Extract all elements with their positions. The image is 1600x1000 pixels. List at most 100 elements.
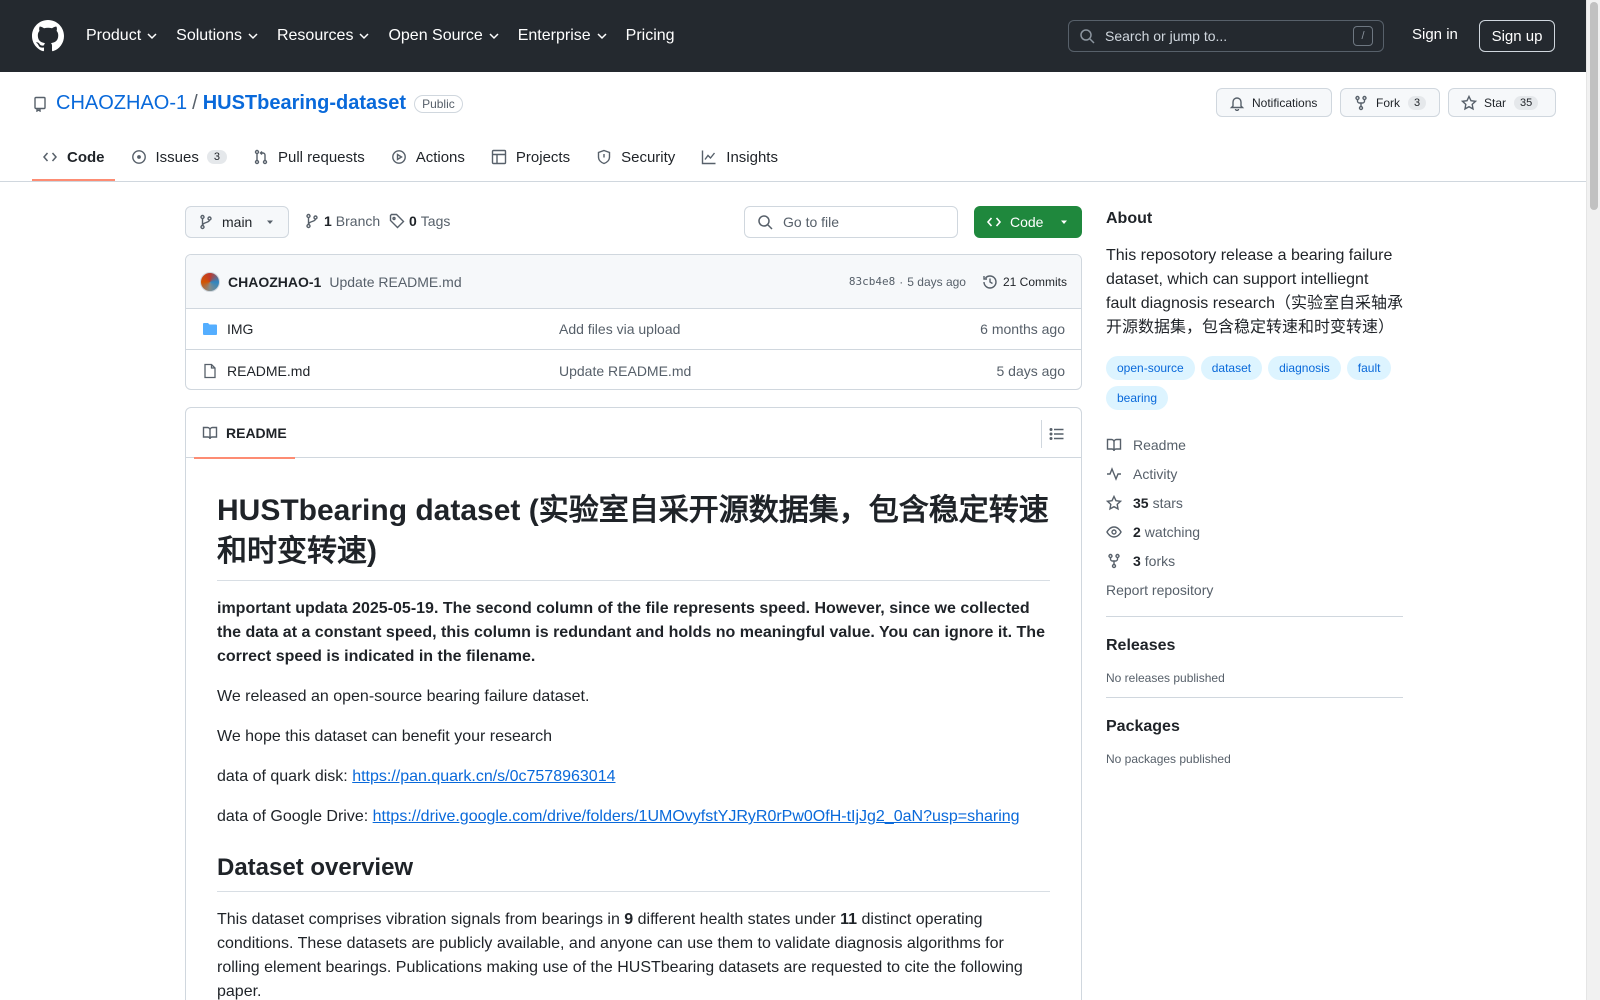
avatar[interactable] [200,271,220,292]
table-row[interactable]: README.md Update README.md 5 days ago [186,350,1081,389]
scrollbar-thumb[interactable] [1590,2,1598,210]
about-heading: About [1106,210,1153,227]
forks-link[interactable]: 3 forks [1106,546,1403,575]
page-scrollbar[interactable] [1586,0,1600,1000]
report-repository-link[interactable]: Report repository [1106,575,1403,604]
fork-button[interactable]: Fork 3 [1340,88,1440,117]
stars-link[interactable]: 35 stars [1106,488,1403,517]
latest-commit-bar: CHAOZHAO-1 Update README.md 83cb4e8 · 5 … [186,255,1081,309]
quark-link-paragraph: data of quark disk: https://pan.quark.cn… [217,765,1050,789]
tag-icon [389,213,405,229]
search-icon [758,215,773,230]
activity-link[interactable]: Activity [1106,459,1403,488]
shield-icon [597,149,611,165]
tab-actions-label: Actions [415,148,465,166]
graph-icon [702,150,716,165]
report-label: Report repository [1106,581,1214,598]
topic-tag[interactable]: diagnosis [1268,356,1341,380]
topic-tag[interactable]: fault [1346,356,1392,380]
tab-pull-requests[interactable]: Pull requests [243,134,375,180]
commit-message[interactable]: Update README.md [329,274,461,290]
nav-solutions[interactable]: Solutions [176,27,259,45]
history-icon [983,274,997,289]
overview-text: different health states under [633,911,841,928]
notifications-label: Notifications [1252,95,1318,110]
repo-sidebar: About This reposotory release a bearing … [1106,210,1403,766]
star-button[interactable]: Star 35 [1448,88,1556,117]
tab-projects[interactable]: Projects [481,134,580,180]
table-row[interactable]: IMG Add files via upload 6 months ago [186,309,1081,350]
repo-path-separator: / [192,92,198,114]
nav-pricing-label: Pricing [625,27,675,44]
nav-product-label: Product [86,27,142,44]
nav-pricing[interactable]: Pricing [626,27,675,45]
global-search-input[interactable]: Search or jump to... / [1068,20,1384,52]
quark-link[interactable]: https://pan.quark.cn/s/0c7578963014 [352,768,615,785]
repo-name-link[interactable]: HUSTbearing-dataset [203,92,406,115]
tags-link[interactable]: 0 Tags [389,213,450,229]
caret-down-icon [267,220,273,224]
topic-tag[interactable]: bearing [1106,386,1169,410]
sign-up-button[interactable]: Sign up [1479,20,1555,52]
tab-insights[interactable]: Insights [691,134,788,180]
commit-hash[interactable]: 83cb4e8 [849,275,895,288]
file-icon [204,363,216,378]
topic-tag[interactable]: dataset [1200,356,1263,380]
file-commit-message[interactable]: Update README.md [559,363,691,379]
eye-icon [1106,525,1122,538]
github-logo-icon[interactable] [32,20,64,52]
star-icon [1106,494,1122,510]
star-icon [1461,94,1477,110]
watchers-link[interactable]: 2 watching [1106,517,1403,546]
packages-heading[interactable]: Packages [1106,718,1403,736]
book-icon [202,426,218,440]
gdrive-link[interactable]: https://drive.google.com/drive/folders/1… [373,808,1020,825]
search-placeholder: Search or jump to... [1105,28,1228,44]
file-commit-message[interactable]: Add files via upload [559,321,680,337]
section-heading: Dataset overview [217,853,1050,892]
watching-label: watching [1144,523,1201,540]
tab-pull-requests-label: Pull requests [277,148,365,166]
branch-selector[interactable]: main [185,206,289,238]
notifications-button[interactable]: Notifications [1216,88,1332,117]
health-state-count: 9 [624,911,634,928]
tab-code[interactable]: Code [32,134,115,181]
commits-history-link[interactable]: 21 Commits [982,274,1067,290]
nav-product[interactable]: Product [86,27,158,45]
commit-author[interactable]: CHAOZHAO-1 [228,274,321,290]
repo-title: CHAOZHAO-1 / HUSTbearing-dataset Public [32,92,463,115]
file-name[interactable]: README.md [227,363,559,379]
readme-header: README [186,408,1081,459]
tab-actions[interactable]: Actions [381,134,475,180]
file-name[interactable]: IMG [227,321,559,337]
chevron-down-icon [597,33,607,40]
nav-resources[interactable]: Resources [277,27,370,45]
readme-title: HUSTbearing dataset (实验室自采开源数据集，包含稳定转速和时… [217,490,1050,581]
tab-code-label: Code [67,148,105,166]
readme-content: HUSTbearing dataset (实验室自采开源数据集，包含稳定转速和时… [186,458,1081,1000]
topic-tag[interactable]: open-source [1106,356,1195,380]
sign-in-link[interactable]: Sign in [1412,26,1458,43]
releases-heading[interactable]: Releases [1106,637,1403,655]
repo-owner-link[interactable]: CHAOZHAO-1 [56,92,187,115]
fork-icon [1108,553,1120,568]
code-dropdown-button[interactable]: Code [974,206,1082,238]
branches-link[interactable]: 1 Branch [304,213,380,229]
tab-security[interactable]: Security [586,134,685,180]
readme-tab[interactable]: README [194,408,295,459]
book-icon [1106,438,1122,451]
stars-label: stars [1152,494,1183,511]
code-button-label: Code [1010,214,1044,230]
nav-resources-label: Resources [276,27,354,44]
topic-list: open-source dataset diagnosis fault bear… [1106,356,1403,416]
list-icon [1049,428,1063,440]
nav-enterprise[interactable]: Enterprise [518,27,608,45]
table-icon [491,149,507,165]
nav-open-source[interactable]: Open Source [388,27,499,45]
go-to-file-input[interactable]: Go to file [744,206,958,238]
table-of-contents-button[interactable] [1041,420,1071,448]
repo-tabs: Code Issues 3 Pull requests Actions Proj… [32,134,794,182]
readme-link[interactable]: Readme [1106,430,1403,459]
divider [1106,697,1403,698]
tab-issues[interactable]: Issues 3 [121,134,237,180]
